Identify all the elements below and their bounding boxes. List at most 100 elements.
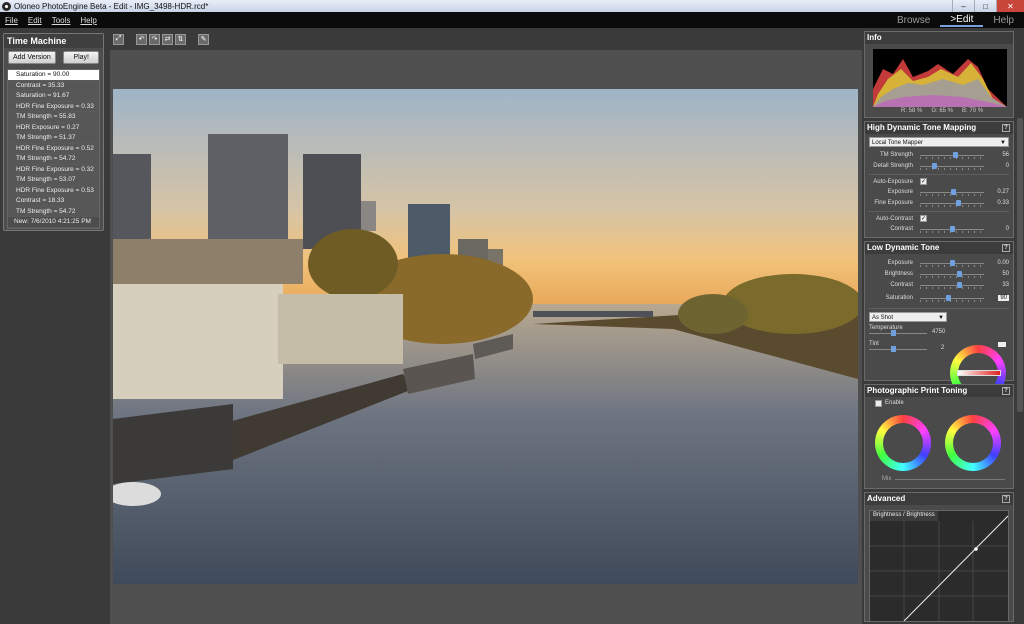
color-swatch[interactable] bbox=[998, 342, 1006, 347]
curve-point[interactable] bbox=[974, 547, 978, 551]
close-icon[interactable]: ✕ bbox=[996, 0, 1024, 12]
ldr-exposure-slider[interactable]: Exposure 0.00 bbox=[865, 258, 1013, 269]
slider-knob[interactable] bbox=[946, 295, 952, 301]
history-item[interactable]: TM Strength = 51.37 bbox=[8, 133, 99, 144]
info-blue-value: B: 70 % bbox=[962, 108, 984, 114]
low-dynamic-tone-panel: Low Dynamic Tone? Exposure 0.00 Brightnes… bbox=[864, 241, 1014, 401]
history-item[interactable]: TM Strength = 54.72 bbox=[8, 206, 99, 217]
history-item[interactable]: HDR Exposure = 0.27 bbox=[8, 122, 99, 133]
tab-edit[interactable]: >Edit bbox=[940, 14, 984, 27]
slider-knob[interactable] bbox=[953, 152, 959, 158]
temperature-color-bar bbox=[957, 370, 1001, 376]
auto-exposure-checkbox[interactable]: Auto-Exposure ✓ bbox=[865, 177, 1013, 187]
title-bar: Oloneo PhotoEngine Beta - Edit - IMG_349… bbox=[0, 0, 1024, 12]
history-item-new[interactable]: New: 7/6/2010 4:21:25 PM bbox=[8, 217, 99, 228]
slider-knob[interactable] bbox=[949, 226, 955, 232]
tab-browse[interactable]: Browse bbox=[887, 15, 940, 26]
hdr-fine-exposure-slider[interactable]: Fine Exposure 0.33 bbox=[865, 198, 1013, 209]
hdr-contrast-slider[interactable]: Contrast 0 bbox=[865, 224, 1013, 235]
detail-strength-slider[interactable]: Detail Strength 0 bbox=[865, 161, 1013, 172]
minimize-icon[interactable]: – bbox=[952, 0, 974, 12]
menu-edit[interactable]: Edit bbox=[23, 16, 47, 25]
tint-slider-knob[interactable] bbox=[890, 346, 896, 352]
hdr-panel-title: High Dynamic Tone Mapping bbox=[867, 123, 977, 132]
menu-help[interactable]: Help bbox=[75, 16, 101, 25]
ldr-saturation-slider[interactable]: Saturation 90 bbox=[865, 293, 1013, 304]
auto-contrast-checkbox[interactable]: Auto-Contrast ✓ bbox=[865, 214, 1013, 224]
ldr-contrast-slider[interactable]: Contrast 33 bbox=[865, 280, 1013, 291]
slider-knob[interactable] bbox=[957, 282, 963, 288]
tm-strength-slider[interactable]: TM Strength 56 bbox=[865, 150, 1013, 161]
slider-knob[interactable] bbox=[949, 260, 955, 266]
checkmark-icon[interactable]: ✓ bbox=[920, 215, 927, 222]
left-panel: Time Machine Add Version Play! Saturatio… bbox=[0, 28, 110, 624]
rotate-right-icon[interactable]: ↷ bbox=[149, 33, 160, 45]
mode-tabs: Browse >Edit Help bbox=[887, 12, 1024, 28]
flip-horizontal-icon[interactable]: ⇄ bbox=[162, 33, 173, 45]
white-balance-select[interactable]: As Shot ▼ bbox=[869, 312, 947, 322]
chevron-down-icon: ▼ bbox=[938, 315, 944, 321]
saturation-value-field[interactable]: 90 bbox=[998, 295, 1009, 301]
history-item[interactable]: HDR Fine Exposure = 0.53 bbox=[8, 185, 99, 196]
history-item[interactable]: HDR Fine Exposure = 0.52 bbox=[8, 143, 99, 154]
right-panel-scrollbar[interactable] bbox=[1017, 118, 1023, 412]
ldr-brightness-slider[interactable]: Brightness 50 bbox=[865, 269, 1013, 280]
hdr-exposure-slider[interactable]: Exposure 0.27 bbox=[865, 187, 1013, 198]
hdr-help-icon[interactable]: ? bbox=[1002, 124, 1010, 132]
window-controls: – □ ✕ bbox=[952, 0, 1024, 12]
right-panel: Info R: 58 % G: 65 % B: 70 % High Dynami… bbox=[862, 28, 1024, 624]
toning-mix-label: Mix bbox=[882, 476, 892, 482]
info-title: Info bbox=[865, 32, 1013, 44]
toning-mix-slider[interactable] bbox=[895, 479, 1005, 480]
white-balance-picker-icon[interactable]: ✎ bbox=[198, 33, 209, 45]
temperature-slider-knob[interactable] bbox=[890, 330, 896, 336]
history-item[interactable]: Contrast = 18.33 bbox=[8, 196, 99, 207]
slider-knob[interactable] bbox=[931, 163, 937, 169]
app-logo-icon bbox=[2, 1, 11, 11]
ldr-panel-title: Low Dynamic Tone bbox=[867, 243, 940, 252]
menu-tools[interactable]: Tools bbox=[47, 16, 76, 25]
toning-panel-title: Photographic Print Toning bbox=[867, 386, 968, 395]
curve-editor[interactable]: Brightness / Brightness bbox=[869, 510, 1009, 622]
info-panel: Info R: 58 % G: 65 % B: 70 % bbox=[864, 31, 1014, 118]
tone-mapper-select[interactable]: Local Tone Mapper ▼ bbox=[869, 137, 1009, 147]
checkmark-icon[interactable]: ✓ bbox=[920, 178, 927, 185]
checkbox-icon[interactable] bbox=[875, 400, 882, 407]
rotate-left-icon[interactable]: ↶ bbox=[136, 33, 147, 45]
hdr-photo-image bbox=[113, 89, 858, 584]
flip-vertical-icon[interactable]: ⇅ bbox=[175, 33, 186, 45]
advanced-help-icon[interactable]: ? bbox=[1002, 495, 1010, 503]
menu-file[interactable]: File bbox=[0, 16, 23, 25]
history-item[interactable]: Contrast = 35.33 bbox=[8, 80, 99, 91]
info-green-value: G: 65 % bbox=[931, 108, 954, 114]
time-machine-panel: Time Machine Add Version Play! Saturatio… bbox=[3, 33, 104, 231]
slider-knob[interactable] bbox=[950, 189, 956, 195]
shadow-toning-wheel[interactable] bbox=[945, 415, 1001, 471]
ldr-help-icon[interactable]: ? bbox=[1002, 244, 1010, 252]
history-item[interactable]: TM Strength = 55.83 bbox=[8, 112, 99, 123]
view-toolbar: ⤢ ↶ ↷ ⇄ ⇅ ✎ bbox=[110, 28, 862, 50]
slider-knob[interactable] bbox=[955, 200, 961, 206]
history-item[interactable]: Saturation = 90.00 bbox=[8, 70, 99, 81]
temperature-value: 4750 bbox=[932, 329, 946, 335]
advanced-panel-title: Advanced bbox=[867, 494, 906, 503]
play-button[interactable]: Play! bbox=[63, 51, 99, 64]
tab-help[interactable]: Help bbox=[983, 15, 1024, 26]
toning-help-icon[interactable]: ? bbox=[1002, 387, 1010, 395]
photo-preview[interactable] bbox=[113, 89, 858, 584]
hdr-tone-mapping-panel: High Dynamic Tone Mapping? Local Tone Ma… bbox=[864, 121, 1014, 238]
advanced-panel: Advanced? Brightness / Brightness bbox=[864, 492, 1014, 622]
history-item[interactable]: HDR Fine Exposure = 0.33 bbox=[8, 101, 99, 112]
toning-enable-checkbox[interactable]: Enable bbox=[865, 397, 1013, 409]
slider-knob[interactable] bbox=[957, 271, 963, 277]
history-item[interactable]: HDR Fine Exposure = 0.32 bbox=[8, 164, 99, 175]
curve-graph bbox=[870, 515, 1008, 621]
fit-view-icon[interactable]: ⤢ bbox=[113, 33, 124, 45]
highlight-toning-wheel[interactable] bbox=[875, 415, 931, 471]
history-item[interactable]: TM Strength = 53.07 bbox=[8, 175, 99, 186]
maximize-icon[interactable]: □ bbox=[974, 0, 996, 12]
history-item[interactable]: Saturation = 91.67 bbox=[8, 91, 99, 102]
history-item[interactable]: TM Strength = 54.72 bbox=[8, 154, 99, 165]
chevron-down-icon: ▼ bbox=[1000, 140, 1006, 146]
add-version-button[interactable]: Add Version bbox=[8, 51, 56, 64]
